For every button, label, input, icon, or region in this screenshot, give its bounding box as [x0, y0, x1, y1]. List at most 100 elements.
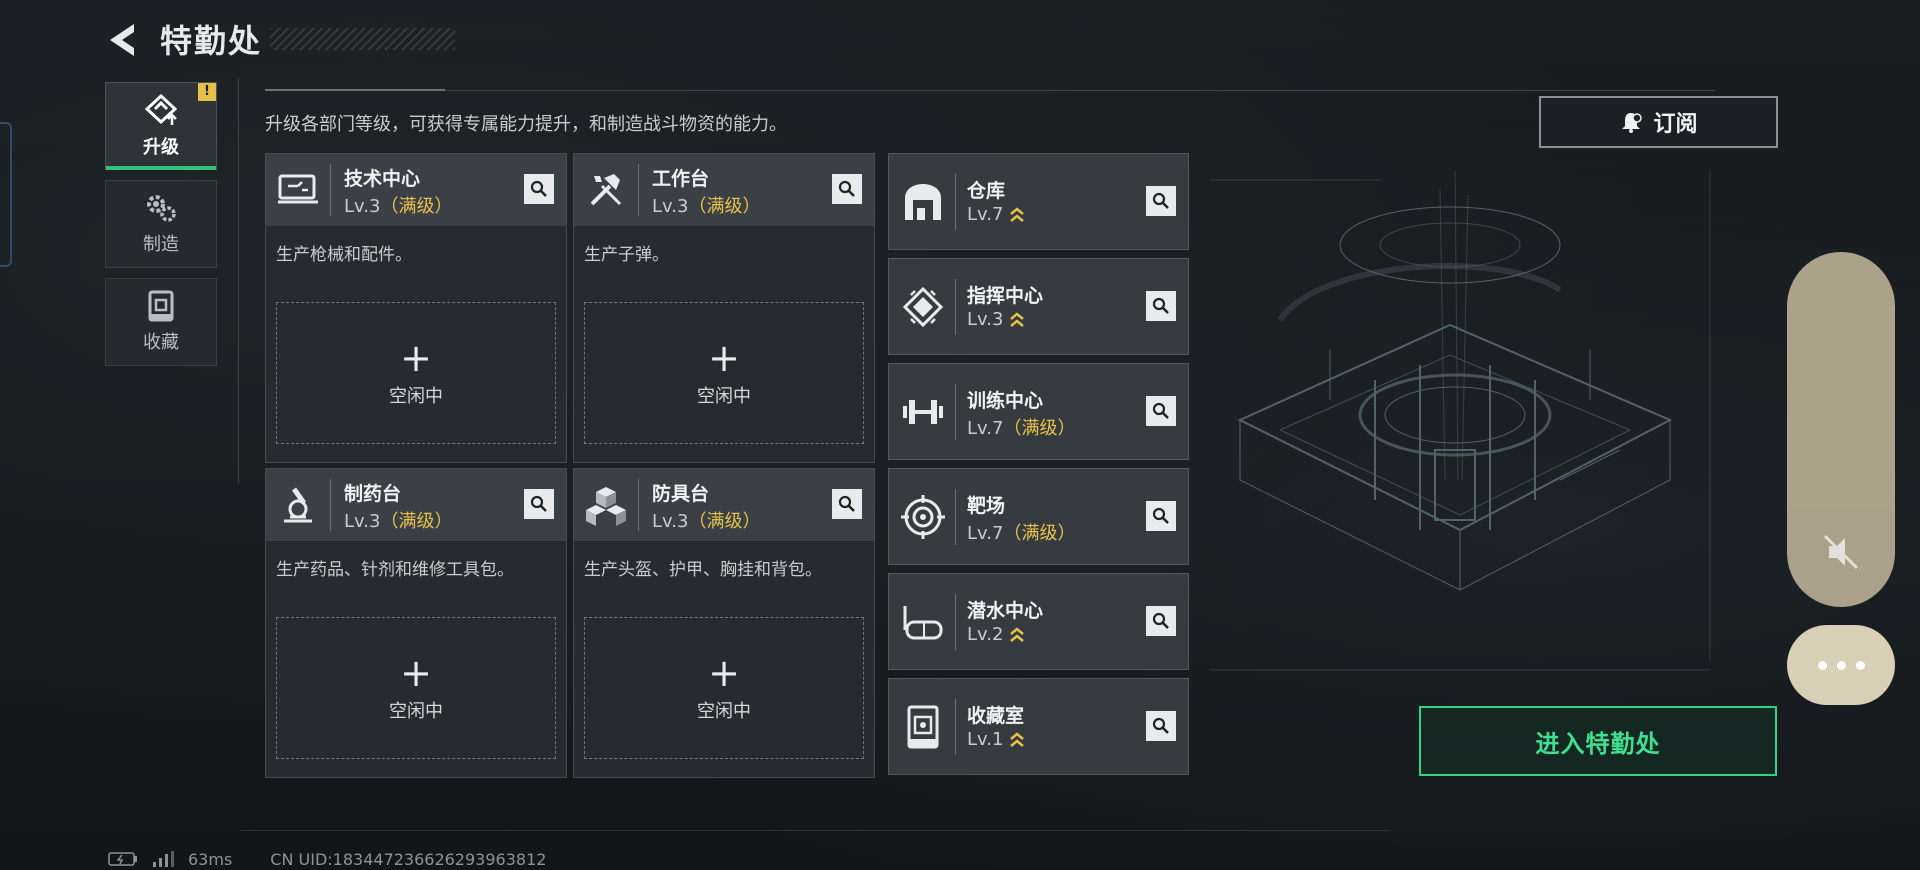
- max-level-tag: （满级）: [380, 511, 453, 532]
- craft-card-tech-center[interactable]: 技术中心 Lv.3（满级） 生产枪械和配件。 + 空闲中: [265, 153, 567, 463]
- idle-slot[interactable]: + 空闲中: [584, 617, 864, 759]
- row-separator: [955, 279, 956, 335]
- bottom-rule: [240, 830, 1390, 831]
- station-name: 技术中心: [344, 168, 421, 190]
- slot-status: 空闲中: [389, 386, 443, 407]
- facility-training-center[interactable]: 训练中心 Lv.7（满级）: [888, 363, 1189, 460]
- search-button[interactable]: [1146, 501, 1176, 531]
- divider: [238, 78, 243, 483]
- vault-icon: [907, 705, 939, 749]
- edge-handle[interactable]: [0, 122, 12, 267]
- upgrade-icon: [144, 93, 178, 125]
- max-level-tag: （满级）: [1003, 523, 1076, 544]
- station-level: Lv.3（满级）: [344, 192, 452, 218]
- search-button[interactable]: [1146, 291, 1176, 321]
- mute-icon[interactable]: [1819, 530, 1863, 574]
- facility-command-center[interactable]: 指挥中心 Lv.3: [888, 258, 1189, 355]
- search-button[interactable]: [524, 174, 554, 204]
- computer-icon: [278, 174, 318, 204]
- craft-card-armor[interactable]: 防具台 Lv.3（满级） 生产头盔、护甲、胸挂和背包。 + 空闲中: [573, 468, 875, 778]
- station-level: Lv.3（满级）: [652, 192, 760, 218]
- slot-status: 空闲中: [697, 701, 751, 722]
- facility-warehouse[interactable]: 仓库 Lv.7: [888, 153, 1189, 250]
- search-icon: [838, 180, 855, 197]
- slot-status: 空闲中: [697, 386, 751, 407]
- subscribe-button[interactable]: 订阅: [1539, 96, 1778, 148]
- upgrade-arrows-icon: [1010, 312, 1025, 327]
- search-button[interactable]: [1146, 186, 1176, 216]
- header-separator: [638, 164, 639, 216]
- search-icon: [530, 495, 547, 512]
- tab-upgrade[interactable]: ! 升级: [105, 82, 217, 170]
- facility-diving-center[interactable]: 潜水中心 Lv.2: [888, 573, 1189, 670]
- plus-icon: +: [708, 651, 740, 695]
- dot: [1855, 660, 1865, 670]
- facility-level: Lv.7: [967, 204, 1025, 225]
- dumbbell-icon: [903, 400, 943, 424]
- search-button[interactable]: [1146, 396, 1176, 426]
- facility-name: 收藏室: [967, 705, 1025, 727]
- facility-name: 潜水中心: [967, 600, 1044, 622]
- search-button[interactable]: [832, 174, 862, 204]
- search-icon: [1152, 402, 1169, 419]
- level-value: Lv.7: [967, 204, 1004, 225]
- tab-label: 制造: [143, 234, 179, 255]
- warehouse-icon: [905, 184, 941, 220]
- search-icon: [1152, 507, 1169, 524]
- plus-icon: +: [400, 651, 432, 695]
- microscope-icon: [284, 487, 312, 523]
- command-chip-icon: [902, 286, 944, 328]
- uid-text: CN UID:183447236626293963812: [270, 849, 547, 869]
- search-icon: [1152, 612, 1169, 629]
- facility-collection-room[interactable]: 收藏室 Lv.1: [888, 678, 1189, 775]
- row-separator: [955, 384, 956, 440]
- idle-slot[interactable]: + 空闲中: [584, 302, 864, 444]
- facility-shooting-range[interactable]: 靶场 Lv.7（满级）: [888, 468, 1189, 565]
- level-value: Lv.7: [967, 523, 1004, 544]
- plus-icon: +: [708, 336, 740, 380]
- station-description: 生产子弹。: [584, 245, 669, 265]
- header-separator: [330, 479, 331, 531]
- idle-slot[interactable]: + 空闲中: [276, 617, 556, 759]
- facility-name: 仓库: [967, 180, 1006, 202]
- craft-card-pharmacy[interactable]: 制药台 Lv.3（满级） 生产药品、针剂和维修工具包。 + 空闲中: [265, 468, 567, 778]
- enter-button[interactable]: 进入特勤处: [1419, 706, 1777, 776]
- header-separator: [638, 479, 639, 531]
- tab-collection[interactable]: 收藏: [105, 278, 217, 366]
- upgrade-arrows-icon: [1010, 732, 1025, 747]
- facility-level: Lv.1: [967, 729, 1025, 750]
- search-button[interactable]: [1146, 606, 1176, 636]
- idle-slot[interactable]: + 空闲中: [276, 302, 556, 444]
- search-icon: [1152, 192, 1169, 209]
- back-arrow-icon[interactable]: [104, 20, 144, 60]
- search-button[interactable]: [832, 489, 862, 519]
- tab-craft[interactable]: 制造: [105, 180, 217, 268]
- search-icon: [838, 495, 855, 512]
- max-level-tag: （满级）: [1003, 418, 1076, 439]
- search-icon: [1152, 717, 1169, 734]
- search-button[interactable]: [524, 489, 554, 519]
- floating-panel[interactable]: [1787, 252, 1895, 607]
- search-button[interactable]: [1146, 711, 1176, 741]
- more-options-button[interactable]: [1787, 625, 1895, 705]
- craft-card-workbench[interactable]: 工作台 Lv.3（满级） 生产子弹。 + 空闲中: [573, 153, 875, 463]
- alert-badge: !: [198, 83, 216, 101]
- upgrade-arrows-icon: [1010, 627, 1025, 642]
- target-icon: [901, 495, 945, 539]
- card-header: 技术中心 Lv.3（满级）: [266, 154, 566, 226]
- max-level-tag: （满级）: [688, 511, 761, 532]
- top-rule: [265, 90, 1715, 91]
- armor-boxes-icon: [586, 487, 626, 526]
- station-name: 制药台: [344, 483, 402, 505]
- level-value: Lv.3: [652, 196, 689, 217]
- section-description: 升级各部门等级，可获得专属能力提升，和制造战斗物资的能力。: [265, 114, 787, 135]
- search-icon: [1152, 297, 1169, 314]
- title-decoration: [270, 28, 455, 50]
- card-header: 防具台 Lv.3（满级）: [574, 469, 874, 541]
- station-name: 工作台: [652, 168, 710, 190]
- bell-icon: [1622, 113, 1643, 133]
- dot: [1836, 660, 1846, 670]
- station-level: Lv.3（满级）: [652, 507, 760, 533]
- tab-label: 升级: [143, 137, 179, 158]
- facility-level: Lv.7（满级）: [967, 519, 1075, 545]
